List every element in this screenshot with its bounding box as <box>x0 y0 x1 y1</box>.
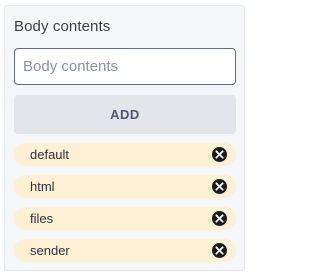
body-contents-input[interactable] <box>14 48 236 85</box>
tag-label: sender <box>30 243 70 258</box>
tag-label: html <box>30 179 55 194</box>
section-title: Body contents <box>14 18 111 35</box>
tag-chip: sender <box>14 239 236 262</box>
close-circle-icon[interactable] <box>212 179 227 194</box>
close-circle-icon[interactable] <box>212 243 227 258</box>
tag-chip: default <box>14 143 236 166</box>
add-button[interactable]: ADD <box>14 95 236 134</box>
close-circle-icon[interactable] <box>212 211 227 226</box>
tag-list: default html files sender <box>14 143 236 271</box>
close-circle-icon[interactable] <box>212 147 227 162</box>
tag-chip: html <box>14 175 236 198</box>
tag-label: files <box>30 211 54 226</box>
tag-chip: files <box>14 207 236 230</box>
tag-label: default <box>30 147 70 162</box>
body-contents-panel: Body contents ADD default html files sen… <box>4 5 245 271</box>
